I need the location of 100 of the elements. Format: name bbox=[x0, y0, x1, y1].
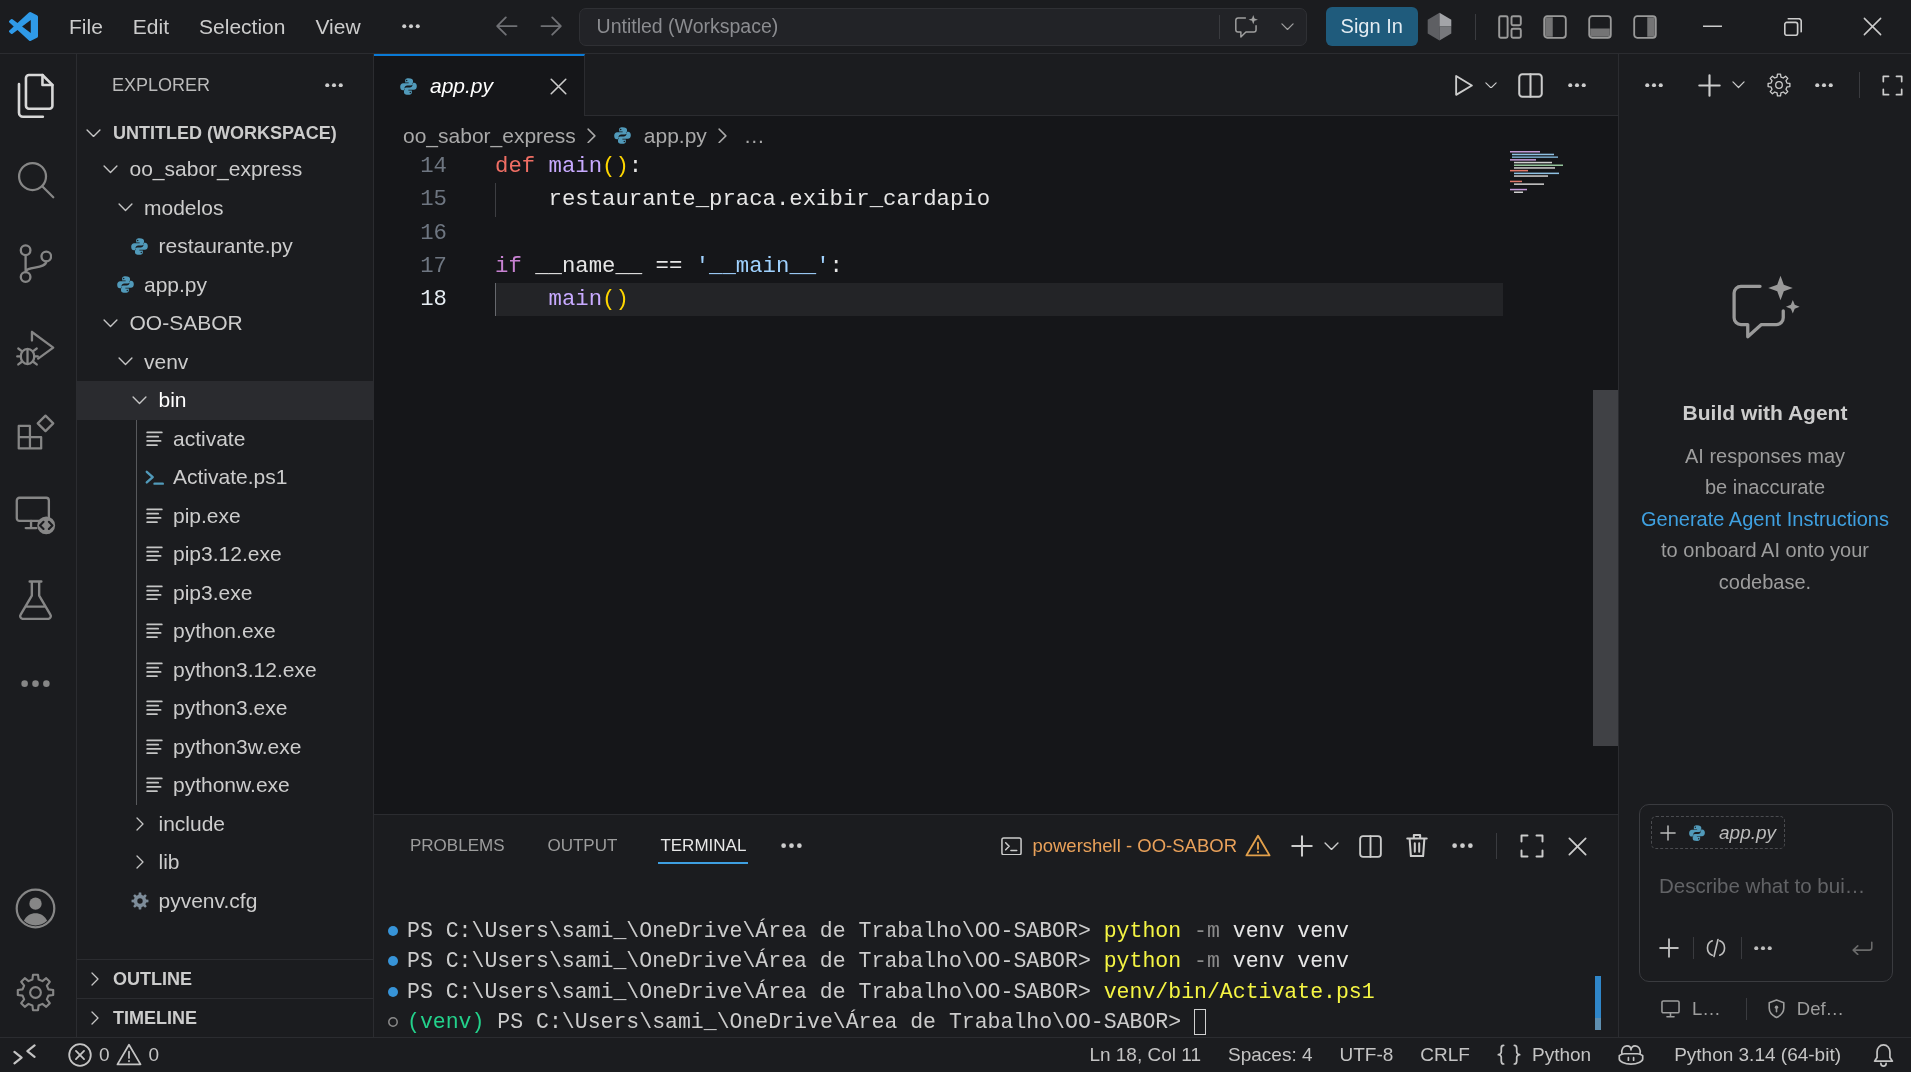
maximize-icon[interactable] bbox=[1520, 834, 1544, 858]
status-item[interactable]: Spaces: 4 bbox=[1228, 1044, 1313, 1066]
tree-item[interactable]: OO-SABOR bbox=[77, 304, 373, 343]
interpreter-button[interactable]: Python 3.14 (64-bit) bbox=[1674, 1044, 1841, 1066]
chat-option-button[interactable]: L… bbox=[1661, 998, 1721, 1020]
bell-icon[interactable] bbox=[1873, 1043, 1894, 1067]
tree-item[interactable]: venv bbox=[77, 342, 373, 381]
tree-item[interactable]: pip3.12.exe bbox=[77, 535, 373, 574]
trash-icon[interactable] bbox=[1406, 833, 1428, 859]
code-icon[interactable] bbox=[1706, 938, 1726, 958]
chat-sparkle-icon[interactable] bbox=[1232, 14, 1260, 39]
flask-icon[interactable] bbox=[19, 579, 52, 621]
tree-item[interactable]: modelos bbox=[77, 188, 373, 227]
enter-icon[interactable] bbox=[1851, 940, 1873, 956]
settings-icon[interactable] bbox=[1767, 73, 1791, 97]
menu-item[interactable]: Selection bbox=[184, 8, 301, 45]
more-icon[interactable] bbox=[21, 680, 50, 688]
panel-tab[interactable]: TERMINAL bbox=[658, 828, 749, 864]
tree-item[interactable]: Activate.ps1 bbox=[77, 458, 373, 497]
tree-item[interactable]: include bbox=[77, 804, 373, 843]
tree-item[interactable]: bin bbox=[77, 381, 373, 420]
tree-item[interactable]: pip.exe bbox=[77, 496, 373, 535]
tree-item[interactable]: python3.12.exe bbox=[77, 650, 373, 689]
scrollbar-thumb[interactable] bbox=[1595, 976, 1601, 1030]
tree-item[interactable]: pyvenv.cfg bbox=[77, 881, 373, 920]
sign-in-button[interactable]: Sign In bbox=[1325, 7, 1418, 46]
restore-icon[interactable] bbox=[1783, 17, 1802, 36]
context-chip[interactable]: app.py bbox=[1651, 816, 1786, 849]
link[interactable]: Generate Agent Instructions bbox=[1641, 507, 1889, 530]
chevron-down-icon[interactable] bbox=[1732, 81, 1745, 89]
more-icon[interactable] bbox=[1645, 82, 1663, 88]
remote-icon[interactable] bbox=[13, 1044, 36, 1066]
chat-option-button[interactable]: Def… bbox=[1767, 998, 1845, 1020]
maximize-icon[interactable] bbox=[1882, 74, 1903, 96]
remote-monitor-icon[interactable] bbox=[15, 496, 56, 536]
more-icon[interactable] bbox=[1452, 843, 1473, 849]
goggles-icon[interactable] bbox=[1618, 1043, 1645, 1067]
plus-icon[interactable] bbox=[1659, 938, 1679, 958]
status-dot-icon[interactable] bbox=[388, 956, 398, 967]
tree-item[interactable]: python.exe bbox=[77, 612, 373, 651]
tree-item[interactable]: lib bbox=[77, 843, 373, 882]
search-icon[interactable] bbox=[16, 161, 55, 199]
run-icon[interactable] bbox=[1454, 73, 1474, 97]
tree-item[interactable]: oo_sabor_express bbox=[77, 150, 373, 189]
section-header[interactable]: UNTITLED (WORKSPACE) bbox=[77, 116, 373, 150]
problems-button[interactable]: 0 0 bbox=[62, 1040, 166, 1070]
more-icon[interactable] bbox=[325, 82, 343, 88]
tree-item[interactable]: python3w.exe bbox=[77, 727, 373, 766]
plus-icon[interactable] bbox=[1698, 73, 1721, 97]
split-terminal-icon[interactable] bbox=[1359, 834, 1382, 858]
plus-icon[interactable] bbox=[1291, 835, 1313, 857]
section-header[interactable]: OUTLINE bbox=[77, 959, 373, 998]
settings-icon[interactable] bbox=[16, 972, 55, 1012]
status-item[interactable]: Ln 18, Col 11 bbox=[1089, 1044, 1201, 1066]
status-ring-icon[interactable] bbox=[388, 1017, 398, 1028]
close-icon[interactable] bbox=[550, 77, 567, 95]
close-icon[interactable] bbox=[1862, 17, 1882, 36]
tree-item[interactable]: activate bbox=[77, 419, 373, 458]
source-control-icon[interactable] bbox=[19, 244, 52, 284]
language-button[interactable]: Python bbox=[1496, 1044, 1592, 1066]
command-center[interactable]: Untitled (Workspace) bbox=[578, 7, 1307, 46]
split-editor-icon[interactable] bbox=[1518, 72, 1543, 98]
status-dot-icon[interactable] bbox=[388, 926, 398, 937]
chevron-down-icon[interactable] bbox=[1280, 22, 1294, 31]
scrollbar-thumb[interactable] bbox=[1593, 390, 1618, 746]
files-icon[interactable] bbox=[17, 73, 54, 119]
run-debug-icon[interactable] bbox=[16, 329, 55, 367]
menu-item[interactable]: View bbox=[300, 8, 376, 45]
more-icon[interactable] bbox=[1815, 82, 1833, 88]
hexagon-icon[interactable] bbox=[1426, 11, 1452, 42]
panel-bottom-icon[interactable] bbox=[1587, 14, 1612, 39]
breadcrumb[interactable]: … bbox=[743, 123, 765, 148]
chevron-down-icon[interactable] bbox=[1324, 841, 1339, 851]
more-icon[interactable] bbox=[781, 843, 803, 849]
account-icon[interactable] bbox=[15, 887, 56, 929]
status-dot-icon[interactable] bbox=[388, 986, 398, 997]
layout-icon[interactable] bbox=[1497, 14, 1522, 39]
arrow-left-icon[interactable] bbox=[494, 16, 518, 37]
breadcrumb[interactable]: app.py bbox=[612, 123, 707, 148]
status-item[interactable]: CRLF bbox=[1420, 1044, 1470, 1066]
chat-input[interactable]: Describe what to bui… bbox=[1659, 873, 1883, 899]
tree-item[interactable]: pip3.exe bbox=[77, 573, 373, 612]
extensions-icon[interactable] bbox=[16, 413, 55, 451]
tree-item[interactable]: restaurante.py bbox=[77, 227, 373, 266]
panel-tab[interactable]: PROBLEMS bbox=[408, 828, 507, 864]
editor-tab[interactable]: app.py bbox=[374, 54, 585, 116]
tree-item[interactable]: python3.exe bbox=[77, 689, 373, 728]
tree-item[interactable]: app.py bbox=[77, 265, 373, 304]
chevron-down-icon[interactable] bbox=[1485, 81, 1497, 89]
sidebar-right-icon[interactable] bbox=[1632, 14, 1657, 39]
minimap[interactable] bbox=[1510, 151, 1563, 194]
menu-item[interactable]: Edit bbox=[117, 8, 185, 45]
panel-tab[interactable]: OUTPUT bbox=[545, 828, 620, 864]
more-icon[interactable] bbox=[1754, 945, 1772, 951]
minimize-icon[interactable] bbox=[1702, 25, 1722, 28]
arrow-right-icon[interactable] bbox=[539, 16, 563, 37]
status-item[interactable]: UTF-8 bbox=[1339, 1044, 1394, 1066]
breadcrumb[interactable]: oo_sabor_express bbox=[403, 123, 576, 148]
tree-item[interactable]: pythonw.exe bbox=[77, 766, 373, 805]
close-icon[interactable] bbox=[1568, 836, 1587, 856]
